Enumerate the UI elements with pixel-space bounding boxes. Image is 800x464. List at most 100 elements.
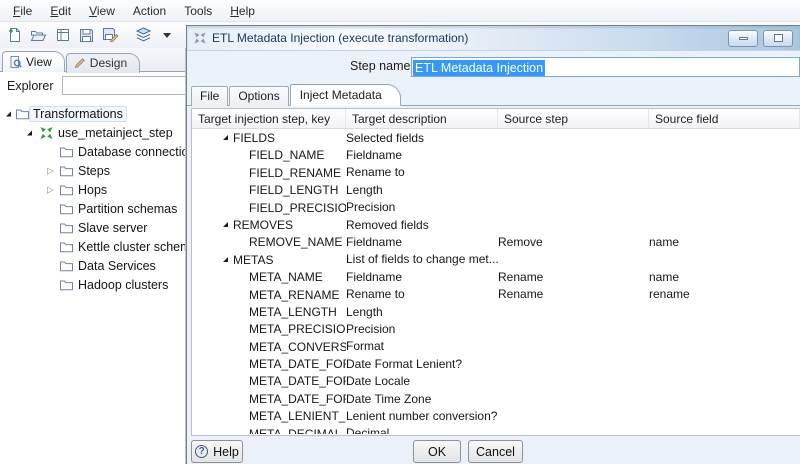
target-description: Rename to [346, 165, 498, 179]
table-row-meta-name[interactable]: META_NAMEFieldnameRenamename [192, 268, 800, 285]
target-description: Precision [346, 322, 498, 336]
tree-item-data-services[interactable]: Data Services [0, 256, 185, 275]
target-key: META_CONVERSIC [249, 340, 346, 354]
target-key: META_RENAME [249, 288, 339, 302]
target-description: Fieldname [346, 148, 498, 162]
perspective-layers-icon[interactable] [135, 27, 152, 44]
injection-mapping-table: Target injection step, keyTarget descrip… [191, 108, 800, 436]
save-as-icon[interactable] [102, 27, 119, 44]
dialog-tab-options[interactable]: Options [229, 86, 288, 106]
menu-file[interactable]: File [4, 2, 41, 20]
column-header-target-description[interactable]: Target description [346, 109, 498, 128]
menu-edit[interactable]: Edit [41, 2, 80, 20]
step-name-input[interactable]: ETL Metadata Injection [411, 57, 800, 77]
column-header-target-injection-step-key[interactable]: Target injection step, key [192, 109, 346, 128]
tree-item-label: Hops [78, 183, 107, 197]
table-row-removes[interactable]: REMOVESRemoved fields [192, 216, 800, 233]
table-row-meta-precision[interactable]: META_PRECISIONPrecision [192, 320, 800, 337]
tree-item-transformations[interactable]: Transformations [0, 104, 185, 123]
tree-item-hadoop-clusters[interactable]: Hadoop clusters [0, 275, 185, 294]
target-key: FIELD_PRECISION [249, 201, 346, 215]
table-row-field-precision[interactable]: FIELD_PRECISIONPrecision [192, 199, 800, 216]
table-row-meta-date-fori[interactable]: META_DATE_FORIDate Format Lenient? [192, 355, 800, 372]
folder-icon [60, 146, 73, 157]
tree-item-hops[interactable]: ▷ Hops [0, 180, 185, 199]
target-description: Date Format Lenient? [346, 357, 498, 371]
table-row-field-rename[interactable]: FIELD_RENAMERename to [192, 164, 800, 181]
tree-item-label: Data Services [78, 259, 156, 273]
window-controls [728, 30, 793, 47]
dialog-tab-file[interactable]: File [191, 86, 228, 106]
target-key: METAS [233, 253, 273, 267]
menu-bar: FileEditViewActionToolsHelp [0, 0, 800, 22]
table-row-metas[interactable]: METASList of fields to change met... [192, 251, 800, 268]
design-tab-icon [74, 57, 86, 69]
tree-expander-expanded-icon[interactable] [27, 130, 32, 135]
folder-icon [16, 108, 29, 119]
menu-tools[interactable]: Tools [175, 2, 221, 20]
menu-help[interactable]: Help [221, 2, 264, 20]
open-file-icon[interactable] [30, 27, 47, 44]
table-row-meta-length[interactable]: META_LENGTHLength [192, 303, 800, 320]
source-field: name [649, 270, 800, 284]
menu-action[interactable]: Action [124, 2, 175, 20]
target-key: META_DATE_FORI [249, 357, 346, 371]
column-header-source-step[interactable]: Source step [498, 109, 649, 128]
cancel-button[interactable]: Cancel [468, 440, 523, 463]
tab-view[interactable]: View [2, 51, 65, 72]
dialog-tab-inject-metadata[interactable]: Inject Metadata [290, 84, 401, 106]
row-expander-icon[interactable] [223, 135, 228, 140]
view-tab-icon [10, 56, 22, 68]
ok-button[interactable]: OK [413, 440, 461, 463]
perspective-dropdown-caret-icon[interactable] [159, 27, 176, 44]
window-maximize-button[interactable] [763, 30, 793, 47]
table-row-fields[interactable]: FIELDSSelected fields [192, 129, 800, 146]
tree-item-use-metainject-step[interactable]: use_metainject_step [0, 123, 185, 142]
tree-item-label: use_metainject_step [58, 126, 173, 140]
table-row-meta-rename[interactable]: META_RENAMERename toRenamerename [192, 286, 800, 303]
tab-design[interactable]: Design [66, 53, 140, 73]
tree-item-steps[interactable]: ▷ Steps [0, 161, 185, 180]
table-row-field-length[interactable]: FIELD_LENGTHLength [192, 181, 800, 198]
target-description: Format [346, 339, 498, 353]
row-expander-icon[interactable] [223, 222, 228, 227]
tree-expander-collapsed-icon[interactable]: ▷ [47, 185, 54, 194]
menu-view[interactable]: View [80, 2, 124, 20]
window-minimize-button[interactable] [728, 30, 758, 47]
folder-icon [60, 279, 73, 290]
table-row-field-name[interactable]: FIELD_NAME Fieldname [192, 146, 800, 163]
table-row-meta-date-fori[interactable]: META_DATE_FORIDate Locale [192, 372, 800, 389]
table-row-meta-lenient-s[interactable]: META_LENIENT_SLenient number conversion? [192, 407, 800, 424]
target-key: REMOVE_NAME [249, 235, 342, 249]
tree-item-partition-schemas[interactable]: Partition schemas [0, 199, 185, 218]
table-row-meta-conversic[interactable]: META_CONVERSICFormat [192, 338, 800, 355]
table-row-meta-date-fori[interactable]: META_DATE_FORIDate Time Zone [192, 390, 800, 407]
tree-item-slave-server[interactable]: Slave server [0, 218, 185, 237]
dialog-metainject-icon [194, 32, 206, 44]
tree-item-kettle-cluster-schemas[interactable]: Kettle cluster schemas [0, 237, 185, 256]
tree-item-label: Partition schemas [78, 202, 177, 216]
column-header-source-field[interactable]: Source field [649, 109, 800, 128]
row-expander-icon[interactable] [223, 257, 228, 262]
table-row-remove-name[interactable]: REMOVE_NAMEFieldnameRemovename [192, 233, 800, 250]
tab-view-label: View [26, 55, 52, 69]
tree-item-label: Database connections [78, 145, 186, 159]
target-description: Rename to [346, 287, 498, 301]
etl-metadata-injection-dialog: ETL Metadata Injection (execute transfor… [186, 25, 800, 464]
tree-expander-collapsed-icon[interactable]: ▷ [47, 166, 54, 175]
source-field: name [649, 235, 800, 249]
new-file-icon[interactable] [6, 27, 23, 44]
explorer-filter-input[interactable] [62, 76, 186, 95]
table-row-meta-decimal[interactable]: META_DECIMALDecimal [192, 425, 800, 434]
target-description: Date Locale [346, 374, 498, 388]
help-button[interactable]: ? Help [191, 440, 243, 463]
dialog-title-bar: ETL Metadata Injection (execute transfor… [187, 26, 800, 51]
minimize-icon [739, 37, 748, 40]
explorer-tree: Transformations use_metainject_step Data… [0, 99, 185, 294]
maximize-icon [774, 34, 783, 42]
target-key: FIELD_NAME [249, 148, 324, 162]
explore-repository-icon[interactable] [54, 27, 71, 44]
save-icon[interactable] [78, 27, 95, 44]
tree-expander-expanded-icon[interactable] [6, 111, 11, 116]
tree-item-database-connections[interactable]: Database connections [0, 142, 185, 161]
